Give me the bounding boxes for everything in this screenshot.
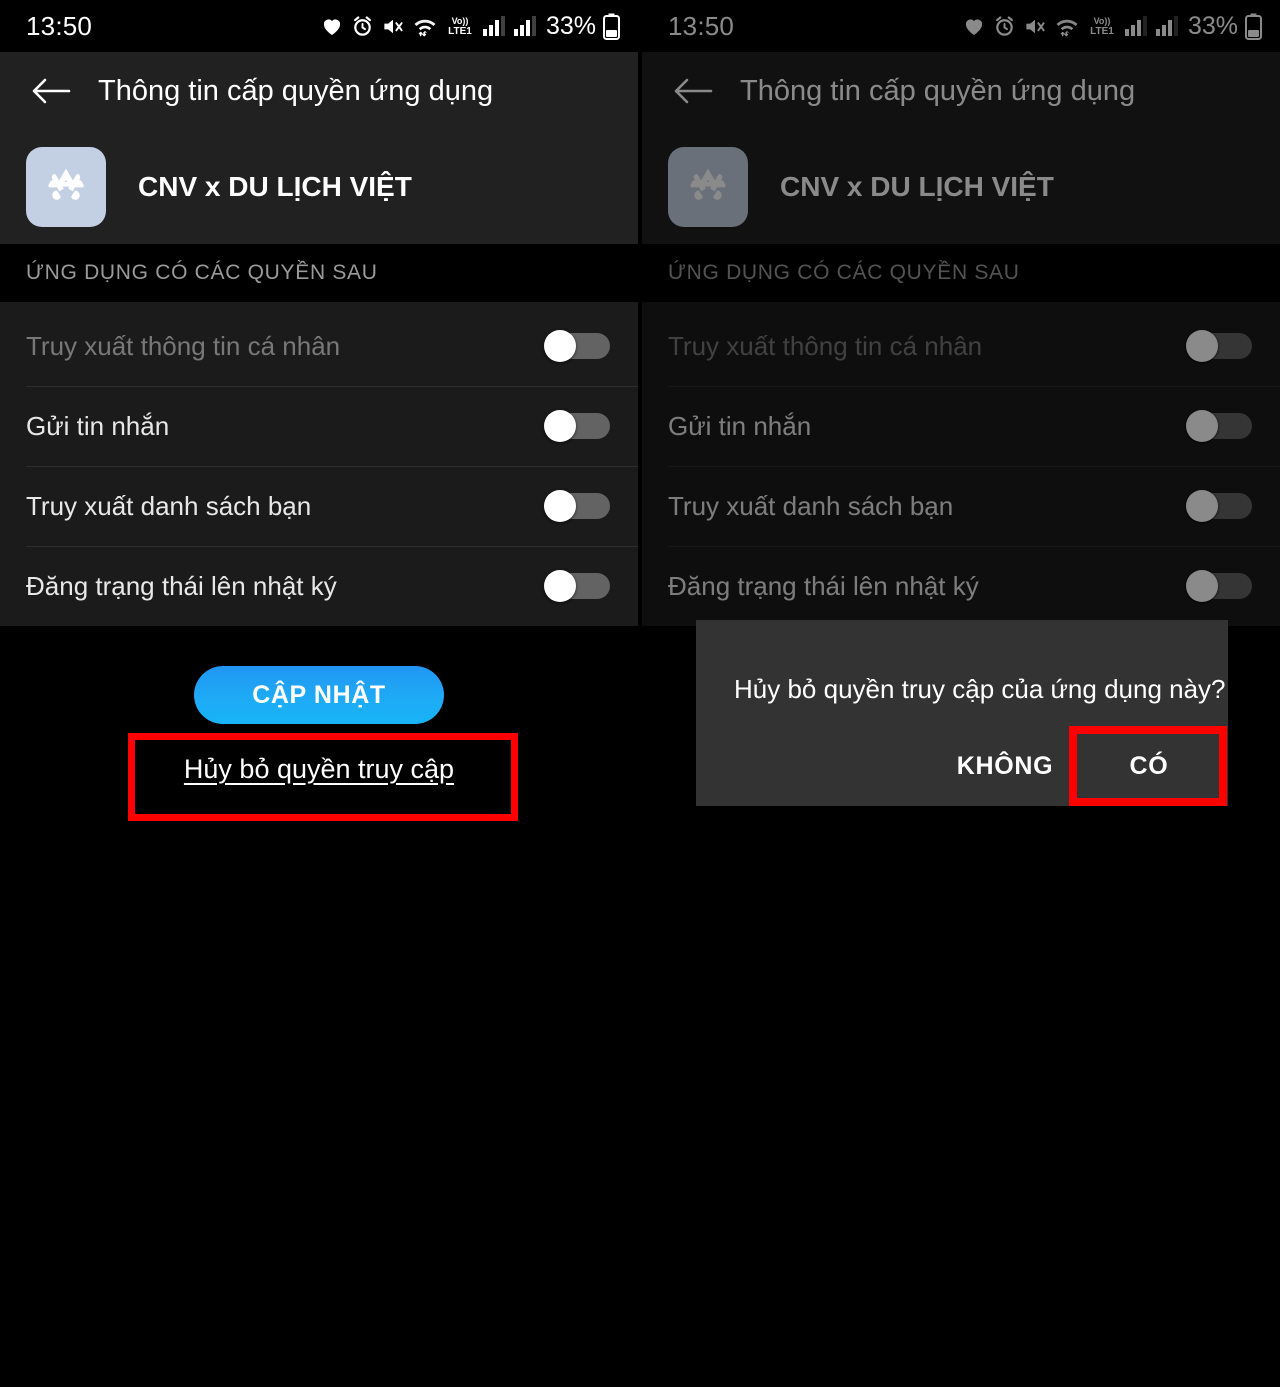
dialog-yes-button[interactable]: CÓ [1070, 726, 1228, 806]
permission-label: Đăng trạng thái lên nhật ký [26, 570, 337, 601]
dialog-button-row: KHÔNG CÓ [696, 726, 1228, 806]
phone-screen-right: 13:50 Vo)) LTE1 33% Thông tin cấp quyền … [642, 0, 1280, 1387]
revoke-access-link[interactable]: Hủy bỏ quyền truy cập [184, 754, 454, 785]
update-button[interactable]: CẬP NHẬT [194, 666, 444, 724]
svg-text:LTE1: LTE1 [448, 26, 472, 37]
dialog-message: Hủy bỏ quyền truy cập của ứng dụng này? [734, 674, 1226, 704]
page-title: Thông tin cấp quyền ứng dụng [98, 74, 494, 107]
svg-text:Vo)): Vo)) [452, 16, 469, 26]
permission-row[interactable]: Đăng trạng thái lên nhật ký [0, 546, 638, 626]
toggle-knob [544, 490, 576, 522]
toggle-knob [544, 410, 576, 442]
action-area-left: CẬP NHẬT Hủy bỏ quyền truy cập [0, 626, 638, 785]
permission-toggle[interactable] [544, 490, 610, 522]
alarm-clock-icon [351, 15, 374, 38]
permission-label: Truy xuất thông tin cá nhân [26, 330, 341, 361]
section-header-left: ỨNG DỤNG CÓ CÁC QUYỀN SAU [0, 244, 638, 302]
app-bar-left: Thông tin cấp quyền ứng dụng [0, 52, 638, 130]
status-time: 13:50 [26, 10, 93, 41]
phone-screen-left: 13:50 Vo)) LTE1 33% Thông tin cấp quyền … [0, 0, 638, 1387]
confirm-dialog: Hủy bỏ quyền truy cập của ứng dụng này? … [696, 620, 1228, 806]
section-header-label: ỨNG DỤNG CÓ CÁC QUYỀN SAU [26, 261, 378, 284]
app-store-icon [26, 147, 106, 227]
battery-icon [603, 13, 620, 40]
permission-label: Truy xuất danh sách bạn [26, 490, 312, 521]
permission-toggle[interactable] [544, 410, 610, 442]
screenshot-pair: 13:50 Vo)) LTE1 33% Thông tin cấp quyền … [0, 0, 1280, 1387]
toggle-knob [544, 570, 576, 602]
permission-list-left: Truy xuất thông tin cá nhân Gửi tin nhắn… [0, 302, 638, 626]
toggle-knob [544, 330, 576, 362]
wifi-icon [412, 15, 438, 38]
status-bar-left: 13:50 Vo)) LTE1 33% [0, 0, 638, 52]
permission-toggle[interactable] [544, 570, 610, 602]
battery-percent-label: 33% [545, 11, 596, 40]
dialog-no-button[interactable]: KHÔNG [940, 726, 1070, 806]
heart-icon [320, 14, 344, 38]
app-header-left: CNV x DU LỊCH VIỆT [0, 130, 638, 244]
permission-toggle[interactable] [544, 330, 610, 362]
permission-label: Gửi tin nhắn [26, 410, 170, 441]
app-name-label: CNV x DU LỊCH VIỆT [138, 171, 412, 202]
status-icon-group: Vo)) LTE1 33% [320, 12, 620, 41]
permission-row[interactable]: Gửi tin nhắn [0, 386, 638, 466]
permission-row[interactable]: Truy xuất danh sách bạn [0, 466, 638, 546]
back-arrow-icon[interactable] [28, 68, 74, 114]
permission-row[interactable]: Truy xuất thông tin cá nhân [0, 306, 638, 386]
signal-bars-sim1-icon [482, 15, 506, 37]
signal-bars-sim2-icon [513, 15, 537, 37]
mute-vibrate-icon [381, 15, 405, 38]
volte1-icon: Vo)) LTE1 [445, 14, 475, 38]
